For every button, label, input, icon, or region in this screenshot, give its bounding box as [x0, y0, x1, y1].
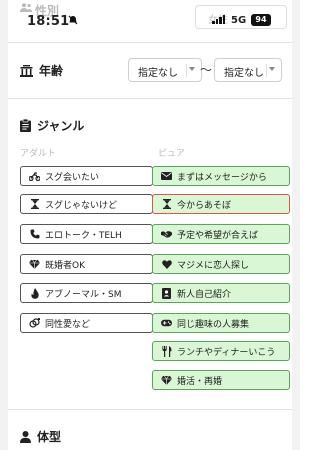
genre-chip-pure[interactable]: ランチやディナーいこう	[152, 341, 290, 361]
age-separator: 〜	[200, 63, 213, 77]
left-gutter	[0, 0, 8, 450]
chevron-down-icon	[269, 67, 275, 71]
chip-label: スグじゃないけど	[45, 200, 118, 211]
select-divider	[266, 64, 267, 77]
age-max-select[interactable]: 指定なし	[214, 58, 282, 82]
phone-icon	[29, 229, 40, 240]
hourglass-icon	[161, 199, 172, 210]
network-type: 5G	[231, 15, 247, 26]
genre-chip-adult[interactable]: アブノーマル・SM	[20, 283, 153, 303]
fire-icon	[29, 287, 40, 299]
genre-chip-pure[interactable]: 同じ趣味の人募集	[152, 313, 290, 333]
battery-indicator: 94	[251, 14, 271, 26]
age-min-value: 指定なし	[138, 68, 178, 79]
heart-icon	[161, 259, 172, 270]
age-label: 年齢	[39, 64, 64, 78]
divider	[8, 98, 292, 99]
search-filter-panel: 性別 女性 18:51 5G 94 年齢 指定なし 〜 指定なし ジャンル アダ…	[8, 0, 292, 450]
chip-label: 今からあそぼ	[177, 200, 232, 211]
hourglass-icon	[29, 199, 40, 210]
select-divider	[186, 64, 187, 77]
genre-chip-pure-selected[interactable]: 今からあそぼ	[152, 194, 290, 214]
chip-label: アブノーマル・SM	[45, 289, 122, 300]
screen: 性別 女性 18:51 5G 94 年齢 指定なし 〜 指定なし ジャンル アダ…	[0, 0, 300, 450]
handshake-icon	[161, 229, 172, 240]
genre-chip-pure[interactable]: 婚活・再婚	[152, 370, 290, 390]
chip-label: エロトーク・TELH	[45, 230, 122, 241]
age-max-value: 指定なし	[224, 68, 264, 79]
chip-label: 同性愛など	[45, 319, 91, 330]
signal-icon	[212, 15, 225, 24]
chip-label: ランチやディナーいこう	[177, 347, 276, 358]
bell-slash-icon	[68, 15, 78, 25]
genre-chip-adult[interactable]: スグ会いたい	[20, 166, 153, 186]
genre-title: ジャンル	[20, 117, 84, 134]
body-type-label: 体型	[37, 430, 62, 444]
chip-label: まずはメッセージから	[177, 172, 267, 183]
id-card-icon	[161, 287, 172, 299]
motorcycle-icon	[29, 171, 40, 182]
genre-label: ジャンル	[37, 119, 85, 133]
chip-label: 婚活・再婚	[177, 376, 223, 387]
chip-label: 予定や希望が合えば	[177, 230, 259, 241]
users-icon	[20, 3, 32, 12]
chevron-down-icon	[189, 67, 195, 71]
age-min-select[interactable]: 指定なし	[128, 58, 202, 82]
clipboard-icon	[20, 119, 31, 132]
chip-label: スグ会いたい	[45, 172, 100, 183]
gamepad-icon	[161, 318, 172, 329]
genre-chip-adult[interactable]: スグじゃないけど	[20, 194, 153, 214]
venus-mars-icon	[29, 317, 40, 329]
genre-chip-pure[interactable]: まずはメッセージから	[152, 166, 290, 186]
genre-chip-pure[interactable]: 新人自己紹介	[152, 283, 290, 303]
utensils-icon	[161, 345, 172, 357]
user-icon	[20, 430, 31, 443]
chip-label: 同じ趣味の人募集	[177, 319, 250, 330]
age-icon	[20, 64, 33, 77]
envelope-icon	[161, 171, 172, 182]
status-time: 18:51	[27, 14, 70, 29]
diamond-icon	[161, 375, 172, 386]
genre-chip-adult[interactable]: 既婚者OK	[20, 254, 153, 274]
divider	[8, 409, 292, 410]
diamond-icon	[29, 259, 40, 270]
pure-heading: ピュア	[158, 149, 185, 159]
right-gutter	[292, 0, 300, 450]
chip-label: 既婚者OK	[45, 260, 85, 271]
adult-heading: アダルト	[20, 149, 57, 159]
chip-label: マジメに恋人探し	[177, 260, 250, 271]
divider	[8, 42, 292, 43]
genre-chip-pure[interactable]: マジメに恋人探し	[152, 254, 290, 274]
genre-chip-pure[interactable]: 予定や希望が合えば	[152, 224, 290, 244]
genre-chip-adult[interactable]: 同性愛など	[20, 313, 153, 333]
body-type-title: 体型	[20, 428, 61, 445]
age-title: 年齢	[20, 62, 63, 79]
genre-chip-adult[interactable]: エロトーク・TELH	[20, 224, 153, 244]
chip-label: 新人自己紹介	[177, 289, 232, 300]
